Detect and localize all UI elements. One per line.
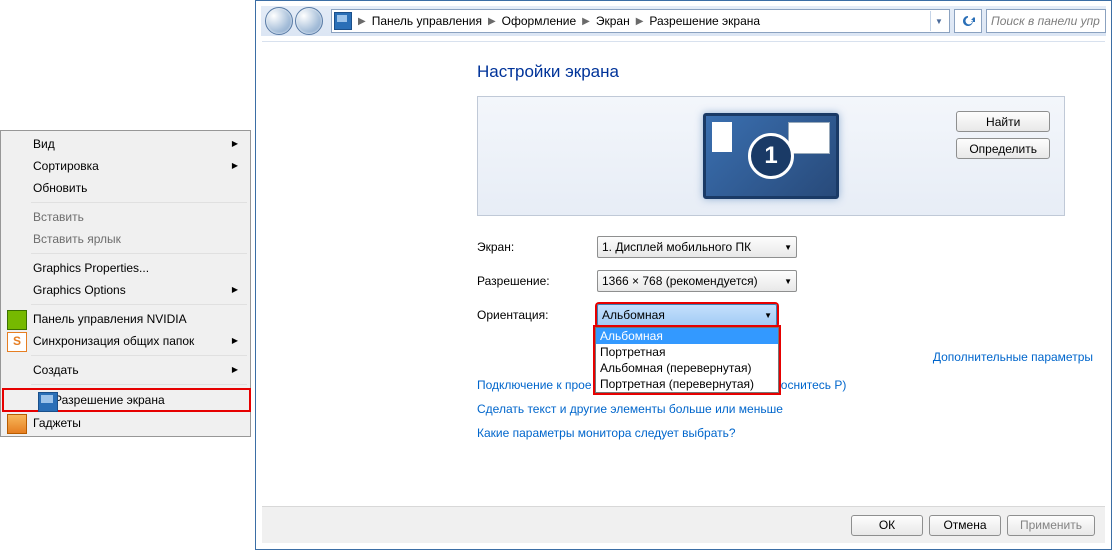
nvidia-icon [7,310,27,330]
which-settings-link[interactable]: Какие параметры монитора следует выбрать… [477,426,1065,440]
orientation-combo[interactable]: Альбомная▼ Альбомная Портретная Альбомна… [597,304,777,326]
orientation-option[interactable]: Альбомная [596,328,778,344]
chevron-down-icon: ▼ [764,311,772,320]
find-button[interactable]: Найти [956,111,1050,132]
screen-resolution-window: ▶ Панель управления ▶ Оформление ▶ Экран… [255,0,1112,550]
menu-nvidia[interactable]: Панель управления NVIDIA [3,308,248,330]
menu-separator [31,304,247,305]
menu-screen-resolution[interactable]: Разрешение экрана [2,388,251,412]
breadcrumb-dropdown[interactable]: ▼ [930,11,947,31]
display-combo[interactable]: 1. Дисплей мобильного ПК▼ [597,236,797,258]
screen-icon [38,392,58,412]
menu-gadgets[interactable]: Гаджеты [3,412,248,434]
page-title: Настройки экрана [477,62,1065,82]
menu-sort[interactable]: Сортировка [3,155,248,177]
nav-forward-button[interactable] [295,7,323,35]
cancel-button[interactable]: Отмена [929,515,1001,536]
orientation-option[interactable]: Портретная [596,344,778,360]
advanced-settings-link[interactable]: Дополнительные параметры [933,350,1093,364]
menu-graphics-properties[interactable]: Graphics Properties... [3,257,248,279]
menu-separator [31,253,247,254]
ok-button[interactable]: ОК [851,515,923,536]
projector-link[interactable]: Подключение к прое [477,378,592,392]
gadget-icon [7,414,27,434]
monitor-thumbnail[interactable]: 1 [703,113,839,199]
menu-create[interactable]: Создать [3,359,248,381]
menu-paste-shortcut: Вставить ярлык [3,228,248,250]
breadcrumb-segment[interactable]: Разрешение экрана [645,11,764,31]
chevron-right-icon: ▶ [486,16,498,27]
menu-separator [31,202,247,203]
orientation-dropdown: Альбомная Портретная Альбомная (переверн… [595,327,779,393]
sync-icon: S [7,332,27,352]
resolution-label: Разрешение: [477,274,597,288]
identify-button[interactable]: Определить [956,138,1050,159]
menu-sync-folders[interactable]: SСинхронизация общих папок [3,330,248,352]
display-preview: 1 Найти Определить [477,96,1065,216]
monitor-number: 1 [748,133,794,179]
menu-view[interactable]: Вид [3,133,248,155]
orientation-option[interactable]: Портретная (перевернутая) [596,376,778,392]
chevron-right-icon: ▶ [634,16,646,27]
refresh-button[interactable] [954,9,982,33]
control-panel-icon [334,12,352,30]
nav-back-button[interactable] [265,7,293,35]
chevron-down-icon: ▼ [784,243,792,252]
display-label: Экран: [477,240,597,254]
orientation-label: Ориентация: [477,308,597,322]
orientation-option[interactable]: Альбомная (перевернутая) [596,360,778,376]
chevron-right-icon: ▶ [356,16,368,27]
breadcrumb-segment[interactable]: Панель управления [368,11,486,31]
resolution-combo[interactable]: 1366 × 768 (рекомендуется)▼ [597,270,797,292]
breadcrumb-segment[interactable]: Экран [592,11,634,31]
menu-graphics-options[interactable]: Graphics Options [3,279,248,301]
text-size-link[interactable]: Сделать текст и другие элементы больше и… [477,402,1065,416]
apply-button: Применить [1007,515,1095,536]
monitor-window-decor [788,122,830,154]
menu-separator [31,355,247,356]
content-area: Настройки экрана 1 Найти Определить Экра… [262,41,1105,505]
chevron-down-icon: ▼ [784,277,792,286]
desktop-context-menu: Вид Сортировка Обновить Вставить Вставит… [0,130,251,437]
breadcrumb-segment[interactable]: Оформление [498,11,580,31]
dialog-footer: ОК Отмена Применить [262,506,1105,543]
breadcrumb-box[interactable]: ▶ Панель управления ▶ Оформление ▶ Экран… [331,9,950,33]
chevron-right-icon: ▶ [580,16,592,27]
search-input[interactable]: Поиск в панели упр [986,9,1106,33]
address-bar: ▶ Панель управления ▶ Оформление ▶ Экран… [261,6,1106,36]
refresh-icon [961,14,975,28]
menu-paste: Вставить [3,206,248,228]
menu-separator [31,384,247,385]
menu-refresh[interactable]: Обновить [3,177,248,199]
